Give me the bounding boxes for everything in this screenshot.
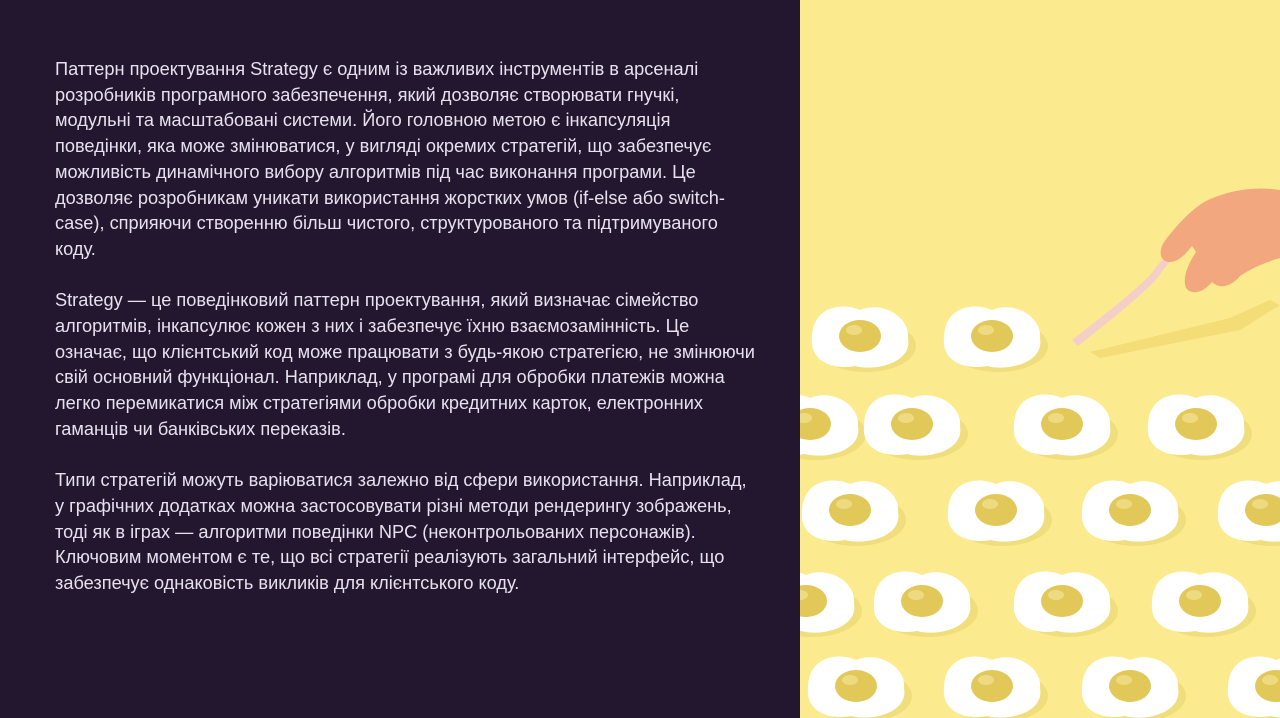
egg-yolk-highlight (1182, 413, 1198, 423)
fried-eggs-image (800, 0, 1280, 718)
egg-yolk-highlight (978, 675, 994, 685)
egg-yolk-highlight (1116, 675, 1132, 685)
egg-yolk-highlight (898, 413, 914, 423)
egg-yolk-highlight (1116, 499, 1132, 509)
egg-yolk (971, 670, 1013, 702)
fried-eggs-illustration (800, 0, 1280, 718)
egg-yolk (1109, 494, 1151, 526)
egg-yolk-highlight (908, 590, 924, 600)
egg-yolk (829, 494, 871, 526)
egg-yolk (1109, 670, 1151, 702)
egg-yolk (901, 585, 943, 617)
egg-yolk-highlight (836, 499, 852, 509)
egg-yolk (971, 320, 1013, 352)
egg-yolk-highlight (1262, 675, 1278, 685)
egg-yolk-highlight (1048, 590, 1064, 600)
egg-yolk-highlight (1048, 413, 1064, 423)
paragraph-types: Типи стратегій можуть варіюватися залежн… (55, 470, 747, 594)
paragraph-intro: Паттерн проектування Strategy є одним із… (55, 59, 725, 259)
slide: Паттерн проектування Strategy є одним із… (0, 0, 1280, 718)
egg-yolk (1041, 585, 1083, 617)
egg-yolk-highlight (846, 325, 862, 335)
egg-yolk-highlight (1186, 590, 1202, 600)
egg-yolk-highlight (982, 499, 998, 509)
egg-yolk (1179, 585, 1221, 617)
egg-yolk (1041, 408, 1083, 440)
egg-yolk (1175, 408, 1217, 440)
egg-yolk-highlight (842, 675, 858, 685)
text-panel: Паттерн проектування Strategy є одним із… (0, 0, 800, 718)
egg-yolk (835, 670, 877, 702)
paragraph-definition: Strategy — це поведінковий паттерн проек… (55, 290, 755, 439)
egg-yolk (839, 320, 881, 352)
egg-yolk (891, 408, 933, 440)
egg-yolk (975, 494, 1017, 526)
egg-yolk-highlight (978, 325, 994, 335)
egg-yolk-highlight (1252, 499, 1268, 509)
